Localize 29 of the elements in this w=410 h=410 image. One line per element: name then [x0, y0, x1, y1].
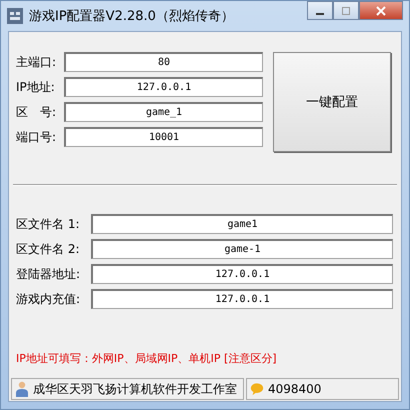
field-label: 区 号: — [16, 104, 58, 120]
field-label: 端口号: — [16, 128, 58, 146]
input-field[interactable]: 127.0.0.1 — [91, 264, 393, 284]
field-label: 区文件名 1: — [16, 216, 80, 232]
minimize-button[interactable] — [307, 1, 333, 20]
input-field[interactable]: 10001 — [64, 127, 263, 147]
chat-bubble-icon — [250, 381, 264, 397]
app-icon — [7, 8, 23, 24]
field-label: 区文件名 2: — [16, 240, 80, 258]
input-field[interactable]: 80 — [64, 52, 263, 72]
input-field[interactable]: 127.0.0.1 — [91, 289, 393, 309]
input-field[interactable]: game-1 — [91, 239, 393, 259]
field-label: 主端口: — [16, 54, 58, 70]
person-icon — [15, 381, 29, 397]
status-text: 4098400 — [268, 382, 322, 396]
status-text: 成华区天羽飞扬计算机软件开发工作室 — [33, 380, 237, 398]
field-label: 登陆器地址: — [16, 266, 82, 282]
input-field[interactable]: game1 — [91, 214, 393, 234]
maximize-icon — [341, 6, 351, 16]
close-button[interactable] — [359, 1, 403, 20]
field-label: 游戏内充值: — [16, 290, 82, 308]
input-field[interactable]: 127.0.0.1 — [64, 77, 263, 97]
field-label: IP地址: — [16, 78, 56, 96]
config-button[interactable]: 一键配置 — [273, 52, 391, 152]
close-icon — [376, 6, 386, 16]
window-title: 游戏IP配置器V2.28.0（烈焰传奇） — [29, 8, 235, 25]
input-field[interactable]: game_1 — [64, 102, 263, 122]
minimize-icon — [316, 12, 324, 14]
hint-text: IP地址可填写：外网IP、局域网IP、单机IP [注意区分] — [15, 351, 278, 366]
